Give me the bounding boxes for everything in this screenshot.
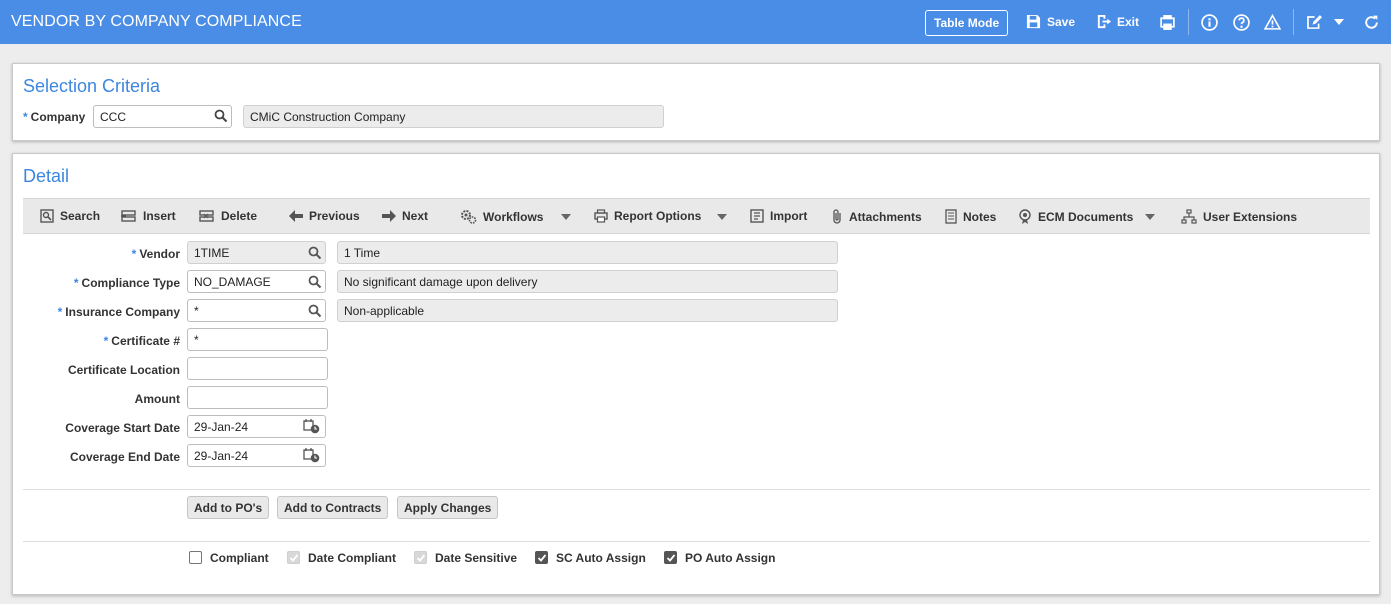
arrow-left-icon <box>289 210 303 222</box>
gears-icon <box>461 210 477 224</box>
user-extensions-button[interactable]: User Extensions <box>1181 209 1297 224</box>
hierarchy-icon <box>1181 209 1197 224</box>
import-button[interactable]: Import <box>750 209 807 223</box>
attachments-button[interactable]: Attachments <box>831 209 922 224</box>
coverage-start-date-label: Coverage Start Date <box>65 421 180 435</box>
warning-icon[interactable] <box>1263 13 1281 31</box>
amount-label: Amount <box>134 392 180 406</box>
insert-button[interactable]: Insert <box>121 209 176 223</box>
help-icon[interactable] <box>1232 13 1250 31</box>
section-divider <box>23 541 1370 542</box>
detail-toolbar: Search Insert Delete Previous Next Workf… <box>23 198 1370 234</box>
info-icon[interactable] <box>1200 13 1218 31</box>
coverage-end-date-label: Coverage End Date <box>69 450 180 464</box>
ecm-documents-icon <box>1019 209 1031 224</box>
save-button[interactable]: Save <box>1026 14 1075 29</box>
insurance-company-description: Non-applicable <box>337 299 838 322</box>
detail-title: Detail <box>23 166 70 186</box>
date-compliant-label: Date Compliant <box>308 551 397 565</box>
certificate-number-label: * Certificate # <box>103 334 180 348</box>
selection-criteria-panel: Selection Criteria * Company CCC CMiC Con… <box>12 63 1380 141</box>
checkmark-icon <box>416 554 426 562</box>
notes-icon <box>945 209 957 224</box>
apply-changes-button[interactable]: Apply Changes <box>397 496 499 519</box>
app-header: VENDOR BY COMPANY COMPLIANCE Table Mode … <box>0 0 1391 44</box>
report-options-button[interactable]: Report Options <box>594 209 701 223</box>
amount-input[interactable] <box>187 386 328 409</box>
company-name-display: CMiC Construction Company <box>243 105 664 128</box>
date-compliant-checkbox[interactable] <box>287 551 300 564</box>
add-to-pos-button[interactable]: Add to PO's <box>187 496 270 519</box>
print-icon <box>594 209 608 223</box>
section-divider <box>23 489 1370 490</box>
import-icon <box>750 209 764 223</box>
search-icon[interactable] <box>308 246 322 260</box>
company-input[interactable]: CCC <box>93 105 232 128</box>
previous-button[interactable]: Previous <box>289 209 360 223</box>
certificate-location-label: Certificate Location <box>67 363 180 377</box>
exit-label: Exit <box>1117 14 1140 29</box>
compliance-type-input[interactable]: NO_DAMAGE <box>187 270 326 293</box>
ecm-documents-button[interactable]: ECM Documents <box>1018 209 1133 224</box>
report-options-dropdown-icon[interactable] <box>717 214 727 220</box>
search-icon <box>40 209 54 223</box>
compliant-label: Compliant <box>210 551 269 565</box>
search-icon[interactable] <box>308 304 322 318</box>
save-label: Save <box>1047 14 1076 29</box>
next-button[interactable]: Next <box>382 209 428 223</box>
toolbar-separator <box>1293 9 1294 35</box>
exit-button[interactable]: Exit <box>1096 14 1139 29</box>
paperclip-icon <box>833 209 841 224</box>
add-to-contracts-button[interactable]: Add to Contracts <box>277 496 389 519</box>
app-title: VENDOR BY COMPANY COMPLIANCE <box>11 13 302 30</box>
certificate-number-input[interactable]: * <box>187 328 328 351</box>
table-mode-button[interactable]: Table Mode <box>925 10 1009 36</box>
checkmark-icon <box>666 554 676 562</box>
toolbar-separator <box>1188 9 1189 35</box>
sc-auto-assign-checkbox[interactable] <box>535 551 548 564</box>
calendar-icon[interactable] <box>303 419 320 434</box>
vendor-label: * Vendor <box>131 247 180 261</box>
certificate-location-input[interactable] <box>187 357 328 380</box>
save-icon <box>1026 14 1041 29</box>
insurance-company-label: * Insurance Company <box>57 305 180 319</box>
delete-button[interactable]: Delete <box>199 209 257 223</box>
insurance-company-input[interactable]: * <box>187 299 326 322</box>
refresh-icon[interactable] <box>1362 13 1380 31</box>
selection-criteria-title: Selection Criteria <box>23 76 161 96</box>
checkmark-icon <box>537 554 547 562</box>
search-icon[interactable] <box>214 109 228 123</box>
exit-icon <box>1097 14 1111 29</box>
po-auto-assign-label: PO Auto Assign <box>685 551 776 565</box>
checkmark-icon <box>289 554 299 562</box>
vendor-input[interactable]: 1TIME <box>187 241 326 264</box>
arrow-right-icon <box>382 210 396 222</box>
edit-icon[interactable] <box>1304 13 1322 31</box>
print-icon[interactable] <box>1158 13 1176 31</box>
detail-panel: Detail Search Insert Delete Previous Nex… <box>12 153 1380 595</box>
sc-auto-assign-label: SC Auto Assign <box>556 551 646 565</box>
date-sensitive-label: Date Sensitive <box>435 551 518 565</box>
search-icon[interactable] <box>308 275 322 289</box>
compliance-type-label: * Compliance Type <box>73 276 180 290</box>
vendor-description: 1 Time <box>337 241 838 264</box>
workflows-button[interactable]: Workflows <box>460 209 543 224</box>
insert-row-icon <box>121 210 136 222</box>
delete-row-icon <box>199 210 214 222</box>
compliance-type-description: No significant damage upon delivery <box>337 270 838 293</box>
calendar-icon[interactable] <box>303 448 320 463</box>
search-button[interactable]: Search <box>40 209 100 223</box>
notes-button[interactable]: Notes <box>945 209 996 224</box>
ecm-documents-dropdown-icon[interactable] <box>1145 214 1155 220</box>
compliant-checkbox[interactable] <box>189 551 202 564</box>
po-auto-assign-checkbox[interactable] <box>664 551 677 564</box>
date-sensitive-checkbox[interactable] <box>414 551 427 564</box>
chevron-down-icon[interactable] <box>1330 13 1348 31</box>
company-label: * Company <box>23 110 86 124</box>
workflows-dropdown-icon[interactable] <box>561 214 571 220</box>
